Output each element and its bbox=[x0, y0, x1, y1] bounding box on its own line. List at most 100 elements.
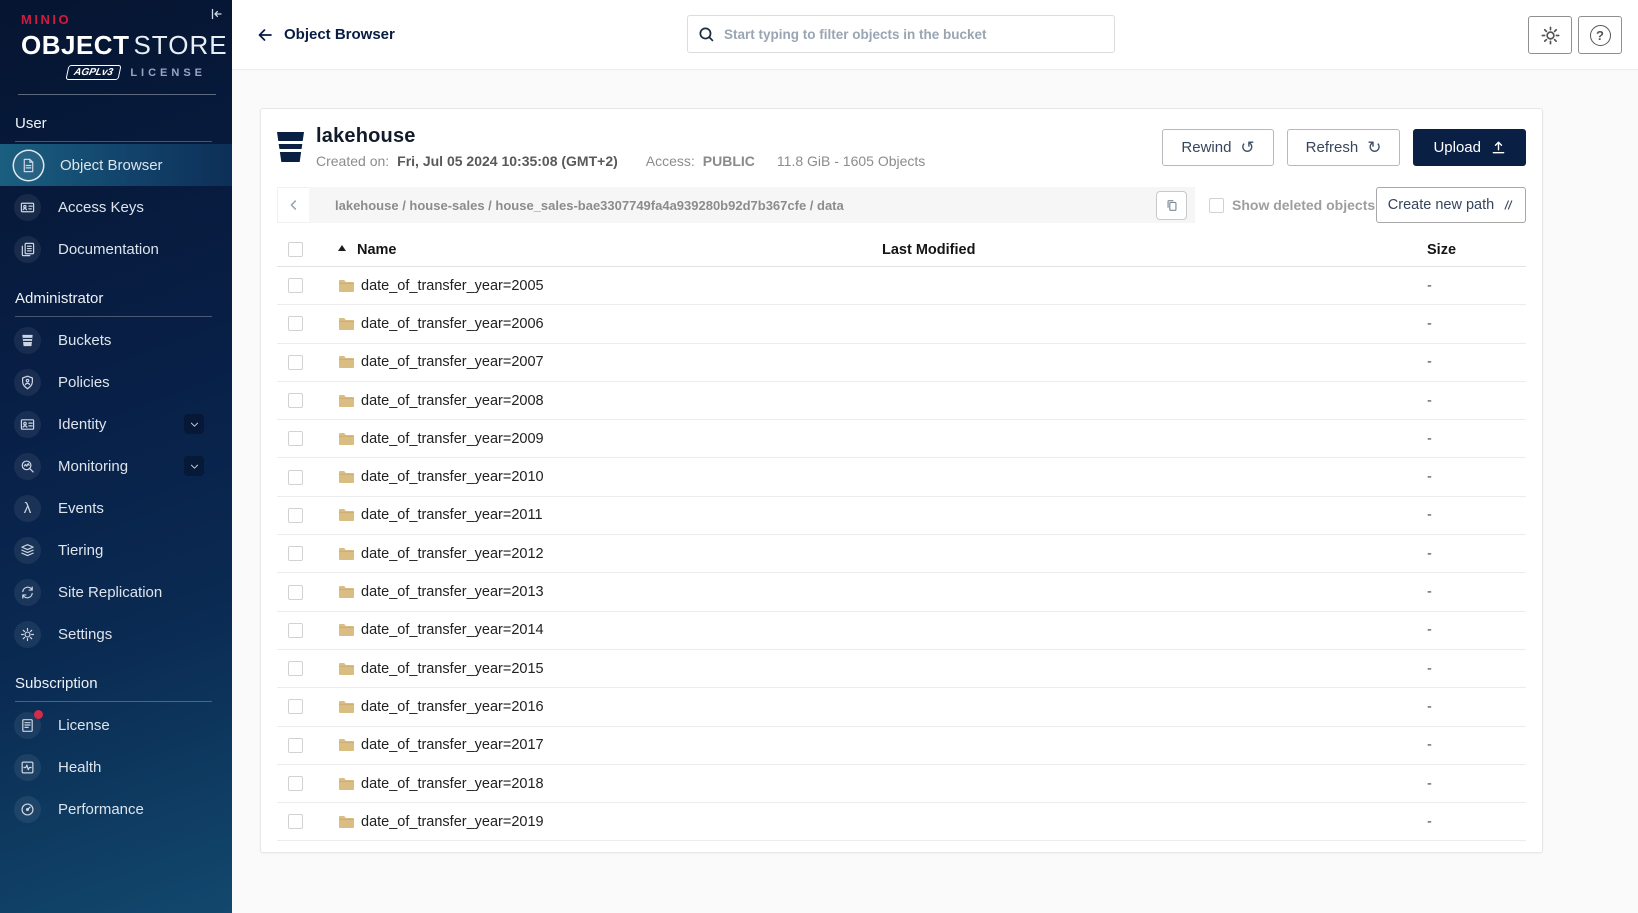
object-name[interactable]: date_of_transfer_year=2017 bbox=[361, 737, 544, 753]
object-name[interactable]: date_of_transfer_year=2011 bbox=[361, 507, 543, 523]
column-header-name[interactable]: Name bbox=[357, 242, 397, 258]
row-checkbox[interactable] bbox=[288, 355, 303, 370]
table-row[interactable]: date_of_transfer_year=2006 - bbox=[277, 305, 1526, 343]
show-deleted-label[interactable]: Show deleted objects bbox=[1232, 197, 1375, 213]
performance-icon bbox=[14, 796, 41, 823]
column-header-last-modified[interactable]: Last Modified bbox=[882, 242, 1427, 258]
sidebar: MINIO OBJECTSTORE AGPLv3 LICENSE User Ob… bbox=[0, 0, 232, 913]
sidebar-item-health[interactable]: Health bbox=[0, 746, 232, 788]
object-name[interactable]: date_of_transfer_year=2013 bbox=[361, 584, 544, 600]
row-checkbox[interactable] bbox=[288, 738, 303, 753]
object-name[interactable]: date_of_transfer_year=2010 bbox=[361, 469, 544, 485]
row-checkbox[interactable] bbox=[288, 508, 303, 523]
chevron-down-icon[interactable] bbox=[184, 414, 204, 434]
folder-icon bbox=[338, 355, 355, 369]
sidebar-item-license[interactable]: License bbox=[0, 704, 232, 746]
table-row[interactable]: date_of_transfer_year=2010 - bbox=[277, 458, 1526, 496]
object-name[interactable]: date_of_transfer_year=2007 bbox=[361, 354, 544, 370]
chevron-down-icon[interactable] bbox=[184, 456, 204, 476]
back-arrow-icon[interactable] bbox=[256, 27, 274, 43]
sort-ascending-icon[interactable] bbox=[338, 245, 346, 251]
object-name[interactable]: date_of_transfer_year=2016 bbox=[361, 699, 544, 715]
sidebar-item-settings[interactable]: Settings bbox=[0, 613, 232, 655]
object-name[interactable]: date_of_transfer_year=2008 bbox=[361, 393, 544, 409]
sidebar-item-performance[interactable]: Performance bbox=[0, 788, 232, 830]
create-new-path-button[interactable]: Create new path bbox=[1376, 187, 1526, 223]
divider bbox=[18, 94, 216, 95]
sidebar-item-documentation[interactable]: Documentation bbox=[0, 228, 232, 270]
section-label: Subscription bbox=[0, 675, 232, 701]
divider bbox=[15, 316, 212, 317]
object-name[interactable]: date_of_transfer_year=2019 bbox=[361, 814, 544, 830]
monitoring-icon bbox=[14, 453, 41, 480]
search-input[interactable] bbox=[724, 27, 1104, 42]
table-row[interactable]: date_of_transfer_year=2015 - bbox=[277, 650, 1526, 688]
row-checkbox[interactable] bbox=[288, 393, 303, 408]
sidebar-item-identity[interactable]: Identity bbox=[0, 403, 232, 445]
settings-button[interactable] bbox=[1528, 16, 1572, 54]
row-checkbox[interactable] bbox=[288, 278, 303, 293]
column-header-size[interactable]: Size bbox=[1427, 242, 1526, 258]
folder-icon bbox=[338, 394, 355, 408]
row-size: - bbox=[1427, 431, 1526, 447]
objects-table: Name Last Modified Size date_of_transfer… bbox=[277, 233, 1526, 841]
table-row[interactable]: date_of_transfer_year=2019 - bbox=[277, 803, 1526, 841]
bucket-header: lakehouse Created on: Fri, Jul 05 2024 1… bbox=[261, 109, 1542, 179]
object-name[interactable]: date_of_transfer_year=2015 bbox=[361, 661, 544, 677]
path-back-button[interactable] bbox=[277, 187, 309, 223]
table-row[interactable]: date_of_transfer_year=2014 - bbox=[277, 612, 1526, 650]
license-text: LICENSE bbox=[130, 67, 206, 79]
row-checkbox[interactable] bbox=[288, 814, 303, 829]
object-name[interactable]: date_of_transfer_year=2005 bbox=[361, 278, 544, 294]
table-row[interactable]: date_of_transfer_year=2009 - bbox=[277, 420, 1526, 458]
object-name[interactable]: date_of_transfer_year=2006 bbox=[361, 316, 544, 332]
object-name[interactable]: date_of_transfer_year=2018 bbox=[361, 776, 544, 792]
row-checkbox[interactable] bbox=[288, 776, 303, 791]
sidebar-item-site-replication[interactable]: Site Replication bbox=[0, 571, 232, 613]
table-row[interactable]: date_of_transfer_year=2011 - bbox=[277, 497, 1526, 535]
folder-icon bbox=[338, 317, 355, 331]
sidebar-item-tiering[interactable]: Tiering bbox=[0, 529, 232, 571]
access-value[interactable]: PUBLIC bbox=[703, 153, 755, 169]
object-name[interactable]: date_of_transfer_year=2014 bbox=[361, 622, 544, 638]
select-all-checkbox[interactable] bbox=[288, 242, 303, 257]
copy-path-button[interactable] bbox=[1156, 191, 1187, 220]
table-row[interactable]: date_of_transfer_year=2012 - bbox=[277, 535, 1526, 573]
row-checkbox[interactable] bbox=[288, 316, 303, 331]
refresh-button[interactable]: Refresh↻ bbox=[1287, 129, 1401, 166]
new-path-icon bbox=[1502, 199, 1514, 211]
row-checkbox[interactable] bbox=[288, 623, 303, 638]
object-name[interactable]: date_of_transfer_year=2009 bbox=[361, 431, 544, 447]
row-checkbox[interactable] bbox=[288, 470, 303, 485]
sidebar-item-policies[interactable]: Policies bbox=[0, 361, 232, 403]
table-row[interactable]: date_of_transfer_year=2013 - bbox=[277, 573, 1526, 611]
page-title: Object Browser bbox=[284, 26, 395, 43]
help-button[interactable]: ? bbox=[1578, 16, 1622, 54]
sidebar-item-object-browser[interactable]: Object Browser bbox=[0, 144, 232, 186]
table-row[interactable]: date_of_transfer_year=2018 - bbox=[277, 765, 1526, 803]
sidebar-section-user: User Object Browser Access Keys Document… bbox=[0, 115, 232, 270]
row-checkbox[interactable] bbox=[288, 431, 303, 446]
row-checkbox[interactable] bbox=[288, 546, 303, 561]
rewind-button[interactable]: Rewind↺ bbox=[1162, 129, 1273, 166]
row-checkbox[interactable] bbox=[288, 585, 303, 600]
table-row[interactable]: date_of_transfer_year=2016 - bbox=[277, 688, 1526, 726]
license-icon bbox=[14, 712, 41, 739]
row-checkbox[interactable] bbox=[288, 661, 303, 676]
sidebar-item-monitoring[interactable]: Monitoring bbox=[0, 445, 232, 487]
breadcrumb[interactable]: lakehouse / house-sales / house_sales-ba… bbox=[335, 198, 1156, 213]
sidebar-item-access-keys[interactable]: Access Keys bbox=[0, 186, 232, 228]
row-checkbox[interactable] bbox=[288, 699, 303, 714]
table-row[interactable]: date_of_transfer_year=2007 - bbox=[277, 344, 1526, 382]
object-name[interactable]: date_of_transfer_year=2012 bbox=[361, 546, 544, 562]
search-box bbox=[687, 15, 1115, 53]
sidebar-item-events[interactable]: λ Events bbox=[0, 487, 232, 529]
upload-button[interactable]: Upload bbox=[1413, 129, 1526, 166]
sidebar-collapse-icon[interactable] bbox=[208, 6, 224, 25]
table-row[interactable]: date_of_transfer_year=2005 - bbox=[277, 267, 1526, 305]
sidebar-item-buckets[interactable]: Buckets bbox=[0, 319, 232, 361]
table-row[interactable]: date_of_transfer_year=2008 - bbox=[277, 382, 1526, 420]
table-row[interactable]: date_of_transfer_year=2017 - bbox=[277, 727, 1526, 765]
show-deleted-checkbox[interactable] bbox=[1209, 198, 1224, 213]
row-size: - bbox=[1427, 354, 1526, 370]
